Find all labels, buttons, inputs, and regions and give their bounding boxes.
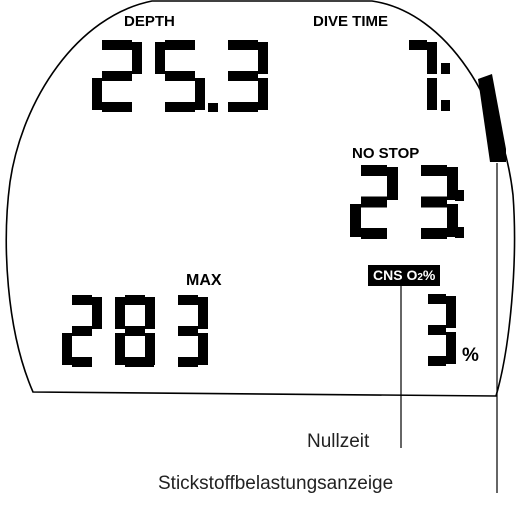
segment-b <box>145 297 155 329</box>
segment-e <box>92 78 102 110</box>
segment-digit <box>421 165 458 239</box>
segment-d <box>72 357 92 367</box>
segment-c <box>427 78 437 110</box>
segment-a <box>72 295 92 305</box>
segment-f <box>115 297 125 329</box>
segment-b <box>447 167 458 200</box>
segment-g <box>361 196 387 208</box>
segment-d <box>421 228 447 239</box>
cns-o2-label: CNS O <box>373 267 418 283</box>
segment-g <box>228 71 258 81</box>
segment-c <box>198 333 208 365</box>
segment-b <box>446 296 456 328</box>
no-stop-value <box>350 165 458 239</box>
dive-time-value <box>409 40 437 110</box>
segment-f <box>155 42 165 74</box>
dive-computer-display <box>5 0 516 493</box>
segment-b <box>132 42 142 74</box>
segment-c <box>446 332 456 364</box>
segment-a <box>361 165 387 176</box>
segment-e <box>350 204 361 237</box>
depth-value <box>92 40 268 112</box>
segment-c <box>195 78 205 110</box>
cns-o2-badge: CNS O2% <box>368 265 441 286</box>
segment-d <box>428 356 446 366</box>
segment-a <box>125 295 145 305</box>
segment-g <box>102 71 132 81</box>
segment-g <box>428 325 446 335</box>
segment-c <box>145 333 155 365</box>
no-stop-label: NO STOP <box>352 145 420 162</box>
segment-a <box>178 295 198 305</box>
cns-o2-percent-sign: % <box>422 267 436 283</box>
depth-label: DEPTH <box>124 13 175 30</box>
segment-a <box>428 294 446 304</box>
nitrogen-loading-caption: Stickstoffbelastungsanzeige <box>158 473 394 494</box>
segment-g <box>72 326 92 336</box>
segment-b <box>258 42 268 74</box>
depth-decimal-point <box>208 103 218 112</box>
cns-percent-sign: % <box>462 345 479 366</box>
cns-value <box>428 294 456 366</box>
segment-d <box>125 357 145 367</box>
segment-e <box>62 333 72 365</box>
segment-d <box>228 102 258 112</box>
segment-digit <box>62 295 102 367</box>
segment-digit <box>92 40 142 112</box>
segment-d <box>361 228 387 239</box>
segment-digit <box>178 295 208 367</box>
segment-a <box>102 40 132 50</box>
segment-b <box>92 297 102 329</box>
segment-g <box>178 326 198 336</box>
segment-a <box>228 40 258 50</box>
segment-d <box>178 357 198 367</box>
segment-digit <box>350 165 398 239</box>
segment-g <box>125 326 145 336</box>
nitrogen-loading-bar <box>478 74 506 162</box>
dive-time-colon <box>441 63 450 111</box>
segment-c <box>447 204 458 237</box>
segment-b <box>427 42 437 74</box>
segment-d <box>165 102 195 112</box>
segment-a <box>409 40 427 50</box>
segment-digit <box>115 295 155 367</box>
segment-b <box>387 167 398 200</box>
segment-c <box>258 78 268 110</box>
segment-digit <box>409 40 437 110</box>
segment-a <box>165 40 195 50</box>
max-depth-value <box>62 295 208 367</box>
segment-a <box>421 165 447 176</box>
segment-digit <box>155 40 205 112</box>
segment-e <box>115 333 125 365</box>
no-stop-time-caption: Nullzeit <box>307 431 370 452</box>
max-label: MAX <box>186 272 222 289</box>
segment-g <box>165 71 195 81</box>
segment-d <box>102 102 132 112</box>
segment-digit <box>428 294 456 366</box>
dive-time-label: DIVE TIME <box>313 13 389 30</box>
segment-b <box>198 297 208 329</box>
segment-digit <box>228 40 268 112</box>
segment-g <box>421 196 447 208</box>
